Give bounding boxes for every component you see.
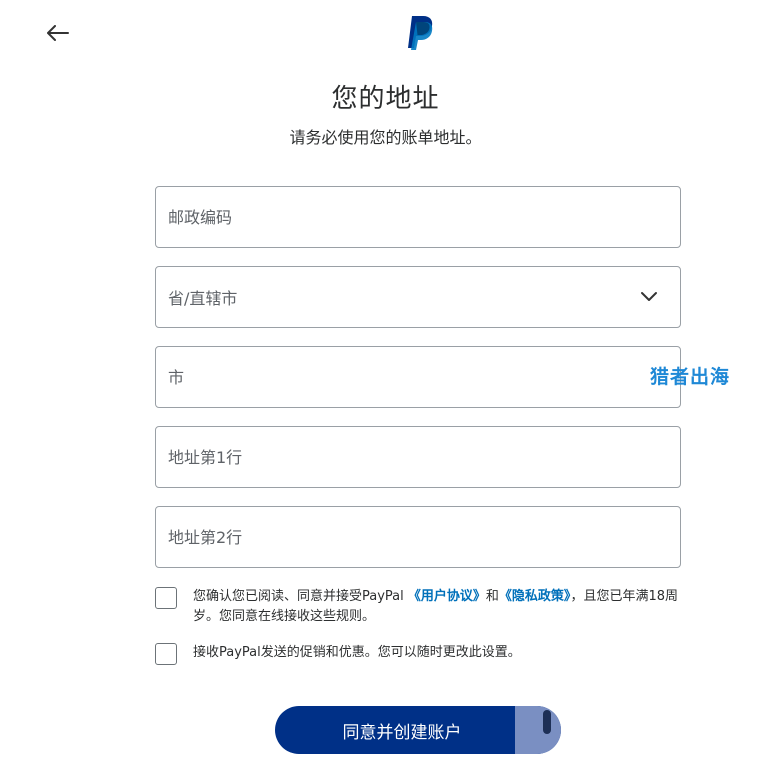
address-line1-field[interactable] bbox=[155, 426, 681, 488]
button-overlay-graphic bbox=[515, 706, 561, 754]
privacy-policy-link[interactable]: 《隐私政策》 bbox=[499, 589, 571, 604]
city-field[interactable] bbox=[155, 346, 681, 408]
agree-and-create-account-button[interactable]: 同意并创建账户 bbox=[275, 706, 561, 754]
terms-checkbox[interactable] bbox=[155, 587, 177, 609]
address-line2-field[interactable] bbox=[155, 506, 681, 568]
province-select-label: 省/直辖市 bbox=[168, 289, 238, 308]
terms-text-before: 您确认您已阅读、同意并接受PayPal bbox=[193, 589, 404, 604]
chevron-down-icon bbox=[641, 292, 657, 301]
back-button[interactable] bbox=[40, 18, 76, 48]
watermark-text: 猎者出海 bbox=[650, 366, 731, 388]
terms-text: 您确认您已阅读、同意并接受PayPal 《用户协议》和《隐私政策》，且您已年满1… bbox=[193, 587, 683, 627]
submit-button-label: 同意并创建账户 bbox=[342, 722, 462, 743]
page-title: 您的地址 bbox=[331, 84, 440, 114]
button-overlay-mark bbox=[543, 710, 551, 734]
address-line1-input[interactable] bbox=[156, 427, 680, 487]
arrow-left-icon bbox=[47, 25, 69, 41]
city-input[interactable] bbox=[156, 347, 680, 407]
paypal-logo-icon bbox=[403, 14, 437, 52]
postal-code-field[interactable] bbox=[155, 186, 681, 248]
marketing-text: 接收PayPal发送的促销和优惠。您可以随时更改此设置。 bbox=[193, 645, 521, 660]
postal-code-input[interactable] bbox=[156, 187, 680, 247]
province-select[interactable]: 省/直辖市 bbox=[155, 266, 681, 328]
terms-connector: 和 bbox=[485, 589, 499, 604]
user-agreement-link[interactable]: 《用户协议》 bbox=[408, 589, 486, 604]
page-subtitle: 请务必使用您的账单地址。 bbox=[289, 128, 482, 147]
marketing-checkbox[interactable] bbox=[155, 643, 177, 665]
address-line2-input[interactable] bbox=[156, 507, 680, 567]
